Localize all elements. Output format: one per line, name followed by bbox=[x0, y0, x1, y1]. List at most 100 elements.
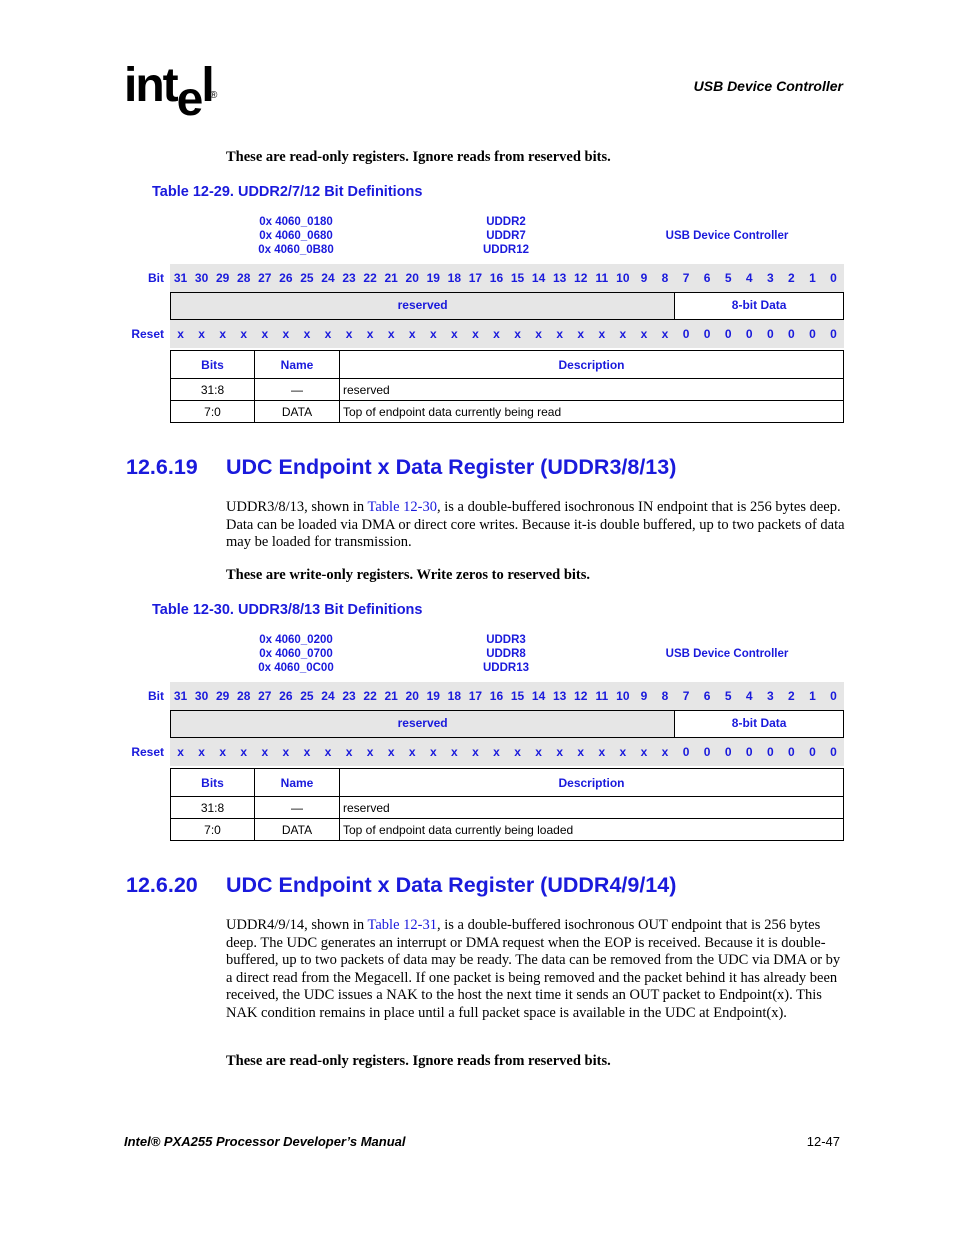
bit-number: 18 bbox=[447, 689, 462, 703]
header-description: Description bbox=[339, 350, 844, 379]
reset-value: 0 bbox=[745, 745, 753, 759]
bit-number: 24 bbox=[321, 271, 335, 285]
header-bits: Bits bbox=[170, 350, 255, 379]
logo-l: l bbox=[201, 59, 214, 112]
table-caption: Table 12-30. UDDR3/8/13 Bit Definitions bbox=[152, 602, 423, 618]
reset-value: 0 bbox=[682, 745, 690, 759]
reset-value-row: xxxxxxxxxxxxxxxxxxxxxxxx00000000 bbox=[170, 320, 844, 348]
reset-value: x bbox=[240, 327, 248, 341]
bit-number: 13 bbox=[552, 689, 567, 703]
reset-value: x bbox=[219, 745, 226, 759]
bit-number: 4 bbox=[745, 271, 753, 285]
section-number: 12.6.20 bbox=[126, 873, 198, 897]
bit-number: 21 bbox=[384, 271, 398, 285]
bit-description-table: Bits Name Description 31:8 — reserved 7:… bbox=[170, 768, 844, 841]
bit-number: 9 bbox=[640, 271, 648, 285]
table-row: 7:0 DATA Top of endpoint data currently … bbox=[170, 400, 844, 423]
bit-table: Bit 31 30 29 28 27 26 25 24 23 22 21 20 19 18 17 16 15 14… bbox=[120, 264, 844, 348]
bit-number: 30 bbox=[194, 271, 209, 285]
reset-value: x bbox=[282, 327, 290, 341]
bit-number: 6 bbox=[703, 689, 711, 703]
bit-number: 22 bbox=[363, 271, 377, 285]
bit-number: 5 bbox=[724, 271, 732, 285]
reset-value: 0 bbox=[766, 745, 774, 759]
cell-description: reserved bbox=[339, 796, 844, 819]
bit-number: 17 bbox=[468, 271, 483, 285]
section-paragraph: UDDR4/9/14, shown in Table 12-31, is a d… bbox=[226, 917, 846, 1022]
bit-field-row: reserved 8-bit Data bbox=[170, 710, 844, 738]
cell-name: DATA bbox=[254, 400, 340, 423]
register-name: UDDR7 bbox=[486, 230, 526, 242]
bit-number: 1 bbox=[809, 689, 816, 703]
logo-dropped-e: e bbox=[176, 73, 204, 126]
register-address: 0x 4060_0C00 bbox=[258, 662, 334, 674]
reset-value: x bbox=[429, 745, 437, 759]
reset-value: x bbox=[408, 327, 416, 341]
reset-value: 0 bbox=[745, 327, 753, 341]
bit-number: 31 bbox=[173, 271, 188, 285]
reset-value: x bbox=[577, 327, 585, 341]
reset-row-label: Reset bbox=[131, 327, 164, 341]
reset-value: x bbox=[345, 327, 353, 341]
table-link[interactable]: Table 12-31 bbox=[368, 917, 437, 933]
register-name: UDDR12 bbox=[482, 244, 529, 256]
header-bits: Bits bbox=[170, 768, 255, 797]
reset-value: x bbox=[514, 327, 521, 341]
bit-number: 29 bbox=[215, 689, 230, 703]
bit-number: 26 bbox=[279, 689, 293, 703]
bit-number: 15 bbox=[510, 689, 525, 703]
reset-value: x bbox=[493, 327, 500, 341]
reset-value: x bbox=[577, 745, 585, 759]
header-name: Name bbox=[254, 768, 340, 797]
reset-row-label: Reset bbox=[131, 745, 164, 759]
reset-value: 0 bbox=[788, 745, 795, 759]
bit-number: 2 bbox=[788, 271, 795, 285]
reset-value: x bbox=[472, 745, 479, 759]
register-address-block: 0x 4060_0180 0x 4060_0680 0x 4060_0B80 U… bbox=[220, 215, 860, 259]
reset-value-row: xxxxxxxxxxxxxxxxxxxxxxxx00000000 bbox=[170, 738, 844, 766]
cell-name: — bbox=[254, 796, 340, 819]
cell-name: — bbox=[254, 378, 340, 401]
table-link[interactable]: Table 12-30 bbox=[368, 499, 437, 515]
reset-value: x bbox=[366, 327, 374, 341]
reset-value: x bbox=[535, 327, 542, 341]
bit-number: 27 bbox=[258, 271, 272, 285]
bit-number: 11 bbox=[595, 271, 609, 285]
section-heading: 12.6.19 UDC Endpoint x Data Register (UDD… bbox=[126, 455, 676, 480]
reset-value: x bbox=[535, 745, 542, 759]
reset-value: x bbox=[303, 745, 311, 759]
section-paragraph: UDDR3/8/13, shown in Table 12-30, is a d… bbox=[226, 499, 846, 552]
register-access-note: These are read-only registers. Ignore re… bbox=[226, 149, 611, 165]
bit-number: 8 bbox=[661, 271, 669, 285]
reset-value: x bbox=[556, 745, 563, 759]
reset-value: 0 bbox=[830, 327, 837, 341]
bit-number: 12 bbox=[574, 689, 588, 703]
reset-value: x bbox=[556, 327, 563, 341]
register-access-note: These are write-only registers. Write ze… bbox=[226, 567, 591, 583]
bit-number: 15 bbox=[510, 271, 525, 285]
reset-value: x bbox=[640, 745, 648, 759]
table-row: 31:8 — reserved bbox=[170, 796, 844, 819]
cell-bits: 31:8 bbox=[170, 378, 255, 401]
cell-bits: 31:8 bbox=[170, 796, 255, 819]
bit-number: 11 bbox=[595, 689, 609, 703]
reserved-field: reserved bbox=[170, 293, 675, 319]
bit-number: 0 bbox=[830, 271, 837, 285]
bit-number: 28 bbox=[237, 689, 251, 703]
cell-name: DATA bbox=[254, 818, 340, 841]
reset-value: x bbox=[324, 745, 332, 759]
reset-value: x bbox=[366, 745, 374, 759]
bit-number: 14 bbox=[531, 689, 546, 703]
bit-number: 13 bbox=[552, 271, 567, 285]
bit-number: 19 bbox=[426, 689, 440, 703]
registered-mark: ® bbox=[210, 90, 218, 101]
bit-number: 2 bbox=[788, 689, 795, 703]
bit-number: 16 bbox=[489, 271, 504, 285]
bit-number: 23 bbox=[342, 271, 356, 285]
reset-value: x bbox=[661, 745, 669, 759]
reset-value: x bbox=[493, 745, 500, 759]
reset-value: x bbox=[598, 745, 606, 759]
bit-description-table: Bits Name Description 31:8 — reserved 7:… bbox=[170, 350, 844, 423]
bit-number: 3 bbox=[766, 689, 774, 703]
section-heading: 12.6.20 UDC Endpoint x Data Register (UDD… bbox=[126, 873, 676, 898]
